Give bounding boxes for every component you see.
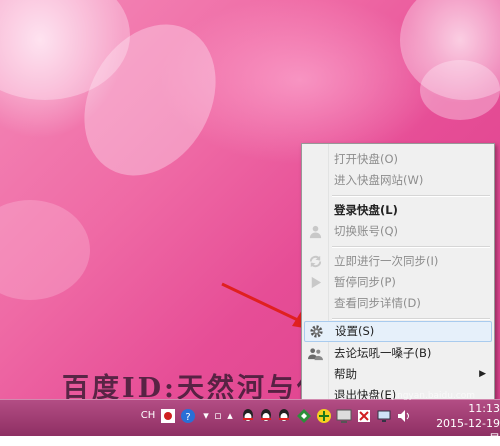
gear-icon bbox=[310, 325, 323, 338]
menu-item-label: 打开快盘(O) bbox=[334, 152, 399, 166]
qq-icon[interactable] bbox=[258, 408, 274, 424]
menu-item-label: 立即进行一次同步(I) bbox=[334, 254, 439, 268]
qq-icon[interactable] bbox=[276, 408, 292, 424]
sync-icon bbox=[309, 255, 322, 268]
menu-item-label: 暂停同步(P) bbox=[334, 275, 396, 289]
menu-item-switch-account[interactable]: 切换账号(Q) bbox=[304, 221, 490, 242]
menu-item-sync-now[interactable]: 立即进行一次同步(I) bbox=[304, 251, 490, 272]
menu-item-label: 登录快盘(L) bbox=[334, 203, 398, 217]
menu-item-help[interactable]: 帮助 ▶ bbox=[304, 364, 490, 385]
menu-separator bbox=[332, 246, 490, 248]
play-icon bbox=[311, 276, 322, 289]
add-icon[interactable] bbox=[316, 408, 332, 424]
menu-item-label: 查看同步详情(D) bbox=[334, 296, 421, 310]
qq-icon[interactable] bbox=[240, 408, 256, 424]
network-icon[interactable] bbox=[376, 408, 392, 424]
menu-item-label: 去论坛吼一嗓子(B) bbox=[334, 346, 432, 360]
site-watermark: jingyan.baidu.com bbox=[392, 391, 476, 401]
menu-item-label: 进入快盘网站(W) bbox=[334, 173, 424, 187]
clock-date: 2015-12-19 星 bbox=[436, 417, 500, 445]
menu-item-settings[interactable]: 设置(S) bbox=[304, 321, 492, 342]
menu-separator bbox=[332, 318, 490, 320]
help-icon[interactable]: ? bbox=[180, 408, 196, 424]
users-icon bbox=[308, 348, 323, 361]
menu-item-pause-sync[interactable]: 暂停同步(P) bbox=[304, 272, 490, 293]
volume-icon[interactable] bbox=[396, 408, 412, 424]
menu-item-login[interactable]: 登录快盘(L) bbox=[304, 200, 490, 221]
menu-item-label: 帮助 bbox=[334, 367, 357, 381]
wallpaper-petal bbox=[420, 60, 500, 120]
language-indicator[interactable]: CH bbox=[140, 408, 156, 424]
system-clock[interactable]: 11:13 2015-12-19 星 bbox=[426, 401, 500, 446]
wallpaper-petal bbox=[0, 200, 90, 300]
kuaipan-icon[interactable] bbox=[296, 408, 312, 424]
menu-item-website[interactable]: 进入快盘网站(W) bbox=[304, 170, 490, 191]
menu-item-label: 设置(S) bbox=[335, 324, 375, 338]
show-hidden-icons-icon[interactable]: ▴ bbox=[222, 408, 238, 424]
menu-item-open[interactable]: 打开快盘(O) bbox=[304, 149, 490, 170]
user-icon bbox=[309, 225, 322, 239]
taskbar: CH ? ▾ ▫ ▴ bbox=[0, 399, 500, 436]
flag-icon[interactable] bbox=[356, 408, 372, 424]
tray-context-menu: 打开快盘(O) 进入快盘网站(W) 登录快盘(L) 切换账号(Q) 立即进行一次… bbox=[301, 143, 495, 407]
menu-item-label: 切换账号(Q) bbox=[334, 224, 399, 238]
submenu-arrow-icon: ▶ bbox=[479, 369, 486, 379]
menu-item-sync-details[interactable]: 查看同步详情(D) bbox=[304, 293, 490, 314]
screen-icon[interactable] bbox=[336, 408, 352, 424]
desktop-wallpaper: 百度ID:天然河与你相约 打开快盘(O) 进入快盘网站(W) 登录快盘(L) 切… bbox=[0, 0, 500, 435]
clock-time: 11:13 bbox=[468, 402, 500, 415]
svg-text:?: ? bbox=[185, 412, 190, 423]
menu-item-forum[interactable]: 去论坛吼一嗓子(B) bbox=[304, 343, 490, 364]
record-icon[interactable] bbox=[160, 408, 176, 424]
menu-separator bbox=[332, 195, 490, 197]
